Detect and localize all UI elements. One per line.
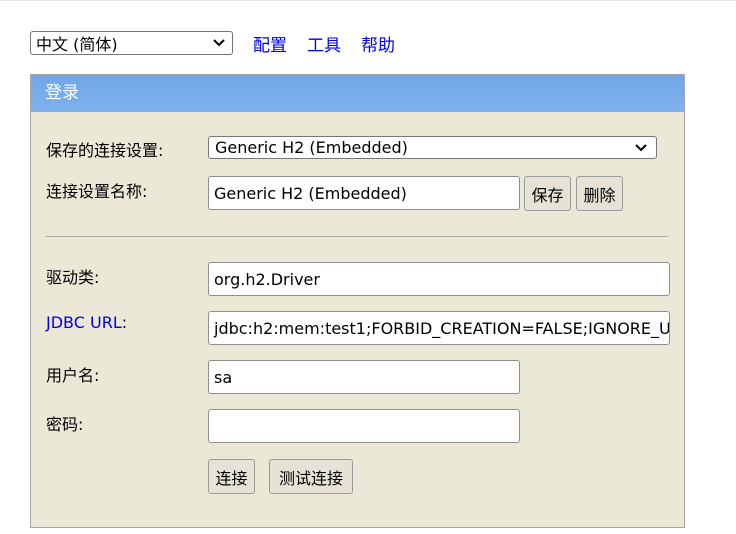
saved-settings-label: 保存的连接设置: — [46, 141, 164, 160]
username-label: 用户名: — [46, 366, 100, 385]
driver-class-field[interactable]: org.h2.Driver — [208, 262, 670, 296]
settings-link[interactable]: 配置 — [253, 31, 287, 56]
chevron-down-icon — [213, 39, 225, 47]
panel-title: 登录 — [31, 75, 684, 112]
username-field[interactable]: sa — [208, 360, 520, 394]
password-label: 密码: — [46, 415, 84, 434]
chevron-down-icon — [635, 143, 647, 151]
divider — [46, 236, 668, 237]
language-select-value: 中文 (简体) — [36, 35, 118, 54]
saved-settings-value: Generic H2 (Embedded) — [215, 138, 408, 157]
password-field[interactable] — [208, 409, 520, 443]
jdbc-url-field[interactable]: jdbc:h2:mem:test1;FORBID_CREATION=FALSE;… — [208, 311, 670, 345]
language-select[interactable]: 中文 (简体) — [30, 31, 233, 55]
tools-link[interactable]: 工具 — [307, 31, 341, 56]
setting-name-label: 连接设置名称: — [46, 182, 148, 201]
saved-settings-select[interactable]: Generic H2 (Embedded) — [208, 136, 657, 159]
jdbc-url-label: JDBC URL: — [46, 313, 127, 332]
save-button[interactable]: 保存 — [524, 176, 571, 211]
help-link[interactable]: 帮助 — [361, 31, 395, 56]
delete-button[interactable]: 删除 — [576, 176, 623, 211]
setting-name-field[interactable]: Generic H2 (Embedded) — [208, 176, 520, 210]
login-panel: 登录 保存的连接设置: Generic H2 (Embedded) 连接设置名称… — [30, 74, 685, 528]
topbar: 中文 (简体) 配置 工具 帮助 — [30, 31, 395, 56]
test-connection-button[interactable]: 测试连接 — [269, 459, 353, 494]
jdbc-url-link[interactable]: JDBC URL — [46, 313, 122, 332]
top-rule — [0, 0, 736, 1]
driver-class-label: 驱动类: — [46, 268, 100, 287]
jdbc-url-colon: : — [121, 313, 128, 332]
connect-button[interactable]: 连接 — [208, 459, 255, 494]
